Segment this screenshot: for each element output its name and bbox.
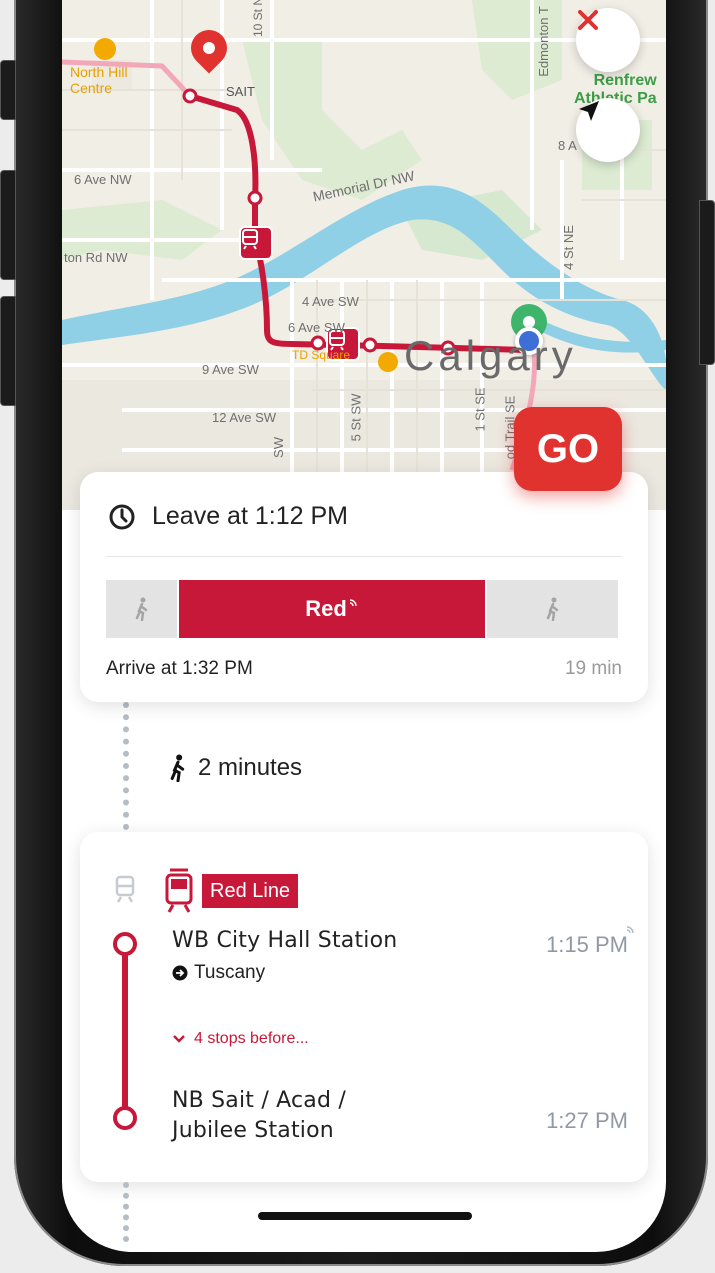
map-label-10-st: 10 St N <box>251 0 266 38</box>
train-leg-label: Red <box>305 596 347 621</box>
walk-path-line <box>123 1182 129 1242</box>
map-label-12-ave-sw: 12 Ave SW <box>212 410 277 425</box>
walk-leg <box>487 580 618 638</box>
home-indicator[interactable] <box>258 1212 472 1220</box>
lrt-train-icon <box>165 868 193 913</box>
map-label-calgary: Calgary <box>404 332 577 379</box>
expand-stops-button[interactable]: 4 stops before... <box>172 1030 309 1048</box>
realtime-signal-icon <box>626 926 634 934</box>
map-label-sait: SAIT <box>226 84 255 99</box>
walking-person-icon <box>546 597 558 621</box>
map-label-8-a: 8 A <box>558 138 577 153</box>
map-label-edmonton-trail: Edmonton T <box>535 6 551 77</box>
trip-duration: 19 min <box>564 658 622 679</box>
map-label-6-ave-sw: 6 Ave SW <box>288 320 345 335</box>
app-screen: North Hill Centre SAIT 10 St N 6 Ave NW … <box>62 0 666 1252</box>
map-label-ton-rd: ton Rd NW <box>64 250 128 265</box>
navigation-arrow-icon <box>579 101 599 121</box>
locate-me-button[interactable] <box>576 98 640 162</box>
transit-leg-card[interactable]: Red Line WB City Hall Station 1:15 PM Tu… <box>80 832 648 1182</box>
train-icon <box>115 875 135 903</box>
arrive-time-label: Arrive at 1:32 PM <box>106 658 253 679</box>
map-label-1-st-se: 1 St SE <box>472 387 488 432</box>
arrow-right-circle-icon <box>172 965 188 981</box>
map-label-sw: SW <box>270 437 286 458</box>
board-stop-marker <box>113 932 137 956</box>
close-button[interactable] <box>576 8 640 72</box>
route-line <box>122 944 128 1122</box>
direction-label: Tuscany <box>194 962 266 983</box>
map-label-4-ave-sw: 4 Ave SW <box>302 294 359 309</box>
map-label-6-ave-nw: 6 Ave NW <box>74 172 132 187</box>
alight-stop-time: 1:27 PM <box>546 1108 628 1133</box>
phone-side-button <box>0 60 16 120</box>
realtime-signal-icon <box>349 599 357 607</box>
trip-summary-card[interactable]: Leave at 1:12 PM Red Arrive at 1:32 PM 1… <box>80 472 648 702</box>
board-stop-name[interactable]: WB City Hall Station <box>172 928 397 953</box>
stops-before-label: 4 stops before... <box>194 1030 309 1047</box>
board-stop-time: 1:15 PM <box>546 932 628 957</box>
close-icon <box>578 10 598 30</box>
leave-time-label: Leave at 1:12 PM <box>152 502 348 530</box>
arrive-row: Arrive at 1:32 PM 19 min <box>106 658 622 680</box>
alight-stop-name-line1[interactable]: NB Sait / Acad / <box>172 1088 346 1113</box>
mall-poi-icon <box>94 38 116 60</box>
alight-stop-name-line2[interactable]: Jubilee Station <box>172 1118 334 1143</box>
walking-person-icon <box>135 597 147 621</box>
map-label-td-square: TD Square <box>292 348 351 362</box>
walk-step-row: 2 minutes <box>168 754 302 782</box>
walk-leg <box>106 580 177 638</box>
map-label-4-st-ne: 4 St NE <box>560 225 576 270</box>
go-button[interactable]: GO <box>514 407 622 491</box>
direction-row: Tuscany <box>172 962 265 984</box>
phone-volume-down-button <box>0 296 16 406</box>
trip-legs-bar: Red <box>106 580 618 638</box>
divider <box>106 556 622 557</box>
line-name-badge: Red Line <box>202 874 299 908</box>
walk-path-line <box>123 702 129 830</box>
train-marker-icon <box>239 226 273 260</box>
map-label-north-hill: North Hill Centre <box>70 64 128 96</box>
alight-stop-marker <box>113 1106 137 1130</box>
phone-power-button <box>699 200 715 365</box>
map-label-5-st-sw: 5 St SW <box>348 393 364 442</box>
phone-volume-up-button <box>0 170 16 280</box>
mall-poi-icon <box>378 352 398 372</box>
leave-time-row[interactable]: Leave at 1:12 PM <box>108 502 348 531</box>
train-leg-red: Red <box>179 580 485 638</box>
chevron-down-icon <box>173 1035 185 1043</box>
clock-icon <box>109 504 135 529</box>
map-label-9-ave-sw: 9 Ave SW <box>202 362 259 377</box>
walking-person-icon <box>170 754 185 782</box>
walk-duration-label: 2 minutes <box>198 754 303 781</box>
